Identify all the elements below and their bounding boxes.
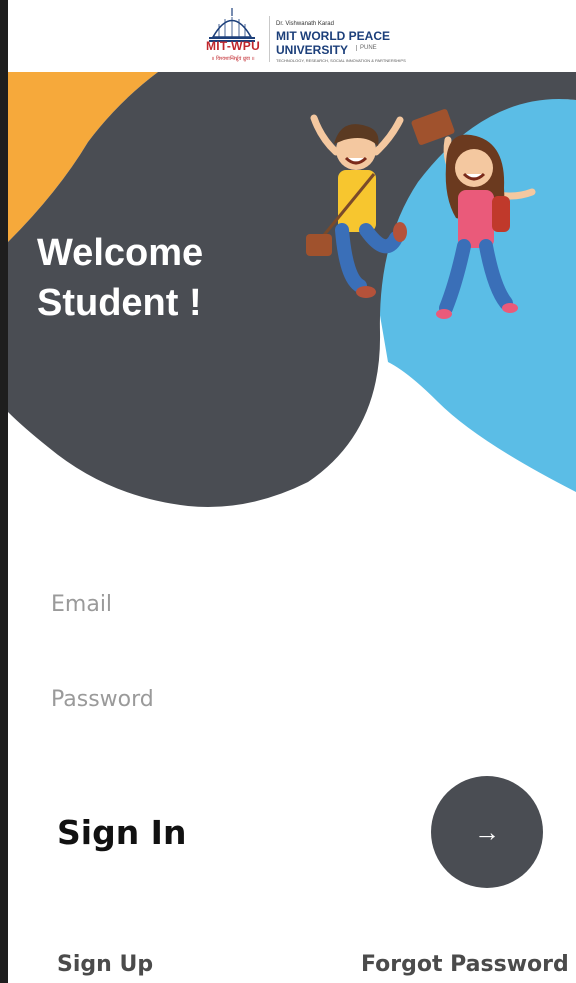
arrow-right-icon: → <box>474 817 500 847</box>
sign-in-submit-button[interactable]: → <box>431 776 543 888</box>
forgot-password-link[interactable]: Forgot Password <box>361 952 569 977</box>
logo-subtitle: TECHNOLOGY, RESEARCH, SOCIAL INNOVATION … <box>276 58 406 63</box>
logo-tagline: ॥ विश्वशान्तिर्ध्रुवं ध्रुवा ॥ <box>211 56 255 62</box>
logo-city: PUNE <box>356 45 377 51</box>
password-input[interactable] <box>51 679 531 719</box>
boy-figure <box>306 114 407 298</box>
logo-university-name-line2: UNIVERSITY <box>276 43 349 57</box>
app-header: MIT-WPU ॥ विश्वशान्तिर्ध्रुवं ध्रुवा ॥ D… <box>8 0 576 72</box>
welcome-line1: Welcome <box>37 232 204 274</box>
girl-figure <box>411 109 536 319</box>
welcome-line2: Student ! <box>37 282 202 324</box>
logo-divider <box>269 16 270 62</box>
sign-in-label: Sign In <box>57 813 187 852</box>
logo-university-name-line1: MIT WORLD PEACE <box>276 29 390 43</box>
email-input[interactable] <box>51 584 531 624</box>
jumping-students-illustration <box>306 109 536 319</box>
sign-up-link[interactable]: Sign Up <box>57 952 153 977</box>
welcome-heading: Welcome Student ! <box>37 228 203 328</box>
logo-abbreviation: MIT-WPU <box>205 39 261 53</box>
logo-prefix: Dr. Vishwanath Karad <box>276 21 334 27</box>
login-screen: MIT-WPU ॥ विश्वशान्तिर्ध्रुवं ध्रुवा ॥ D… <box>8 0 576 983</box>
